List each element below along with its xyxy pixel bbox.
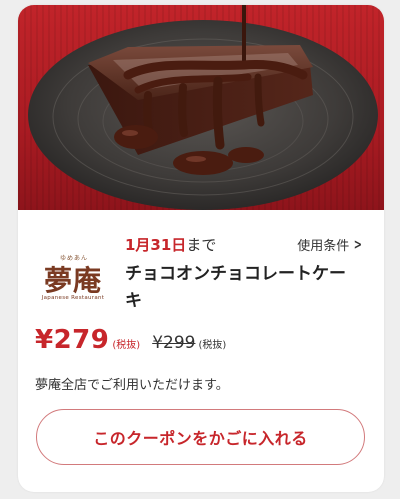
add-to-basket-label: このクーポンをかごに入れる [93,429,308,448]
cake-image [28,5,378,210]
chevron-right-icon: > [354,236,363,253]
expiry-date: 1月31日まで [125,234,216,255]
availability-note: 夢庵全店でご利用いただけます。 [35,378,229,393]
discount-price: ¥279 [35,325,110,355]
original-price-tax: (税抜) [198,340,227,351]
expiry-date-suffix: まで [186,236,217,254]
brand-logo: ゆめあん 夢庵 Japanese Restaurant [36,255,110,305]
terms-link-label: 使用条件 [297,239,350,254]
discount-price-tax: (税抜) [112,340,141,351]
brand-logo-mark: 夢庵 [43,264,102,297]
terms-link[interactable]: 使用条件 > [297,235,364,255]
add-to-basket-button[interactable]: このクーポンをかごに入れる [36,409,365,465]
expiry-date-value: 1月31日 [125,236,187,254]
coupon-card: ゆめあん 夢庵 Japanese Restaurant 1月31日まで 使用条件… [18,5,384,492]
price-row: ¥279 (税抜) ¥299 (税抜) [35,325,226,365]
product-photo [18,5,384,210]
product-title: チョコオンチョコレートケーキ [125,264,346,311]
original-price: ¥299 [152,333,196,353]
brand-logo-subtitle: Japanese Restaurant [41,295,105,301]
